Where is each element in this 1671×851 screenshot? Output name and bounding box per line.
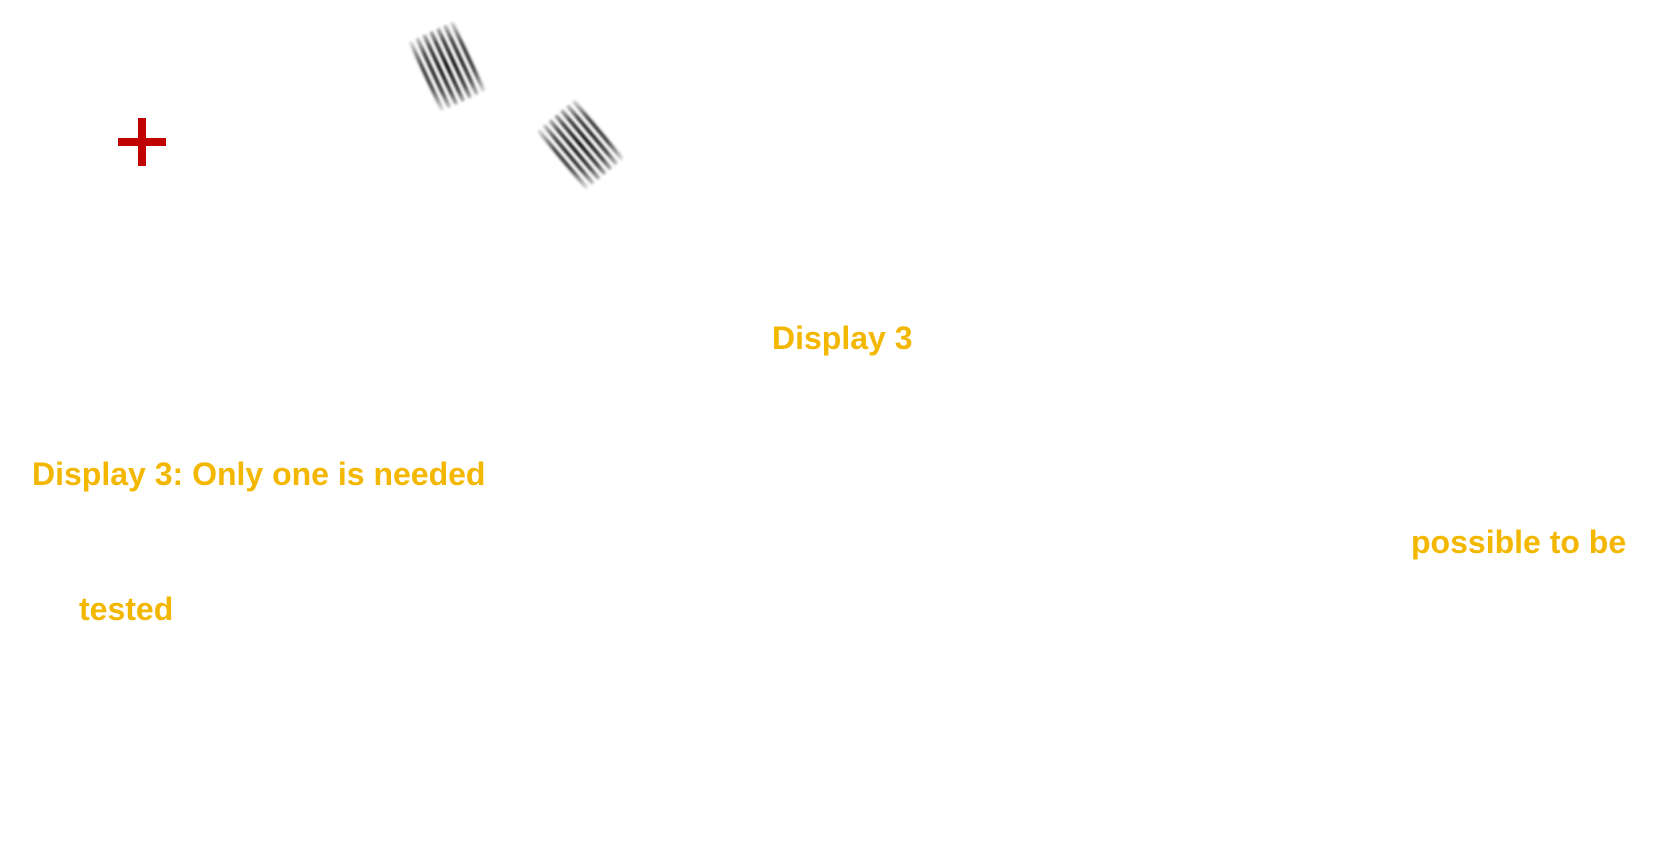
- note-fragment: possible to be: [1411, 524, 1627, 560]
- note-fragment: tested: [79, 591, 174, 627]
- fixation-cross-icon: [118, 118, 166, 166]
- gabor-stripes: [536, 99, 625, 191]
- gabor-patch-icon: [408, 21, 486, 112]
- display-note: Display 3: Only one is needed: [32, 456, 486, 492]
- gabor-stripes: [408, 21, 486, 112]
- display-title: Display 3: [772, 320, 913, 356]
- gabor-patch-icon: [536, 99, 625, 191]
- fixation-cross-vertical-bar: [138, 118, 146, 166]
